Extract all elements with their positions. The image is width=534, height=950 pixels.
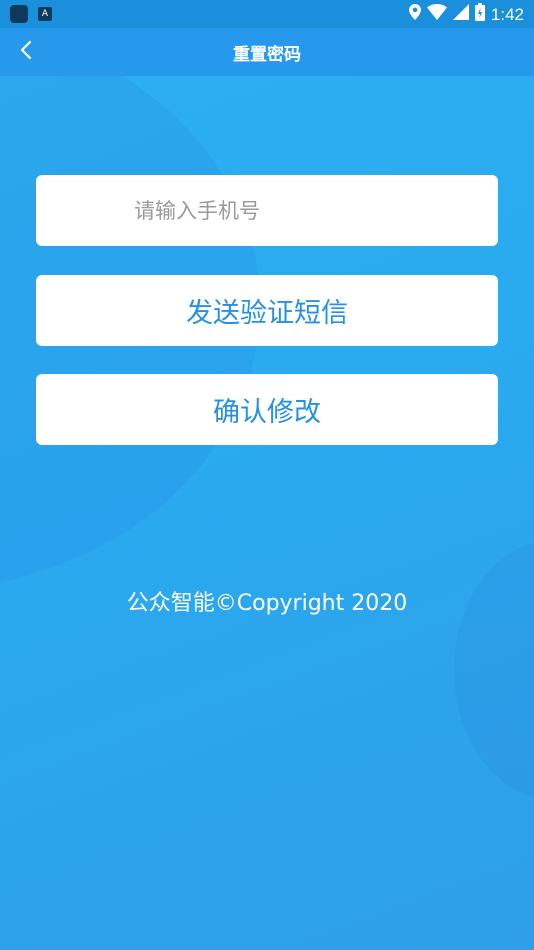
confirm-change-button[interactable]: 确认修改 [36,374,498,445]
confirm-change-button-label: 确认修改 [213,397,321,428]
signal-icon [452,4,469,25]
copyright-text: 公众智能©Copyright 2020 [126,591,408,616]
phone-number-input[interactable] [36,175,498,246]
app-bar: 重置密码 [0,28,534,76]
status-bar: A 1:42 [0,0,534,28]
location-icon [408,4,421,25]
reset-password-screen: A 1:42 重置密码 发送验证短信 [0,0,534,950]
clock: 1:42 [490,4,524,24]
phone-field-container [36,175,498,246]
page-title: 重置密码 [233,45,301,65]
a-notification-icon: A [38,7,52,21]
wifi-icon [426,4,447,25]
app-square-icon [10,5,28,23]
send-sms-button[interactable]: 发送验证短信 [36,275,498,346]
battery-icon [474,3,485,26]
send-sms-button-label: 发送验证短信 [186,298,348,329]
background-decoration [454,540,534,800]
